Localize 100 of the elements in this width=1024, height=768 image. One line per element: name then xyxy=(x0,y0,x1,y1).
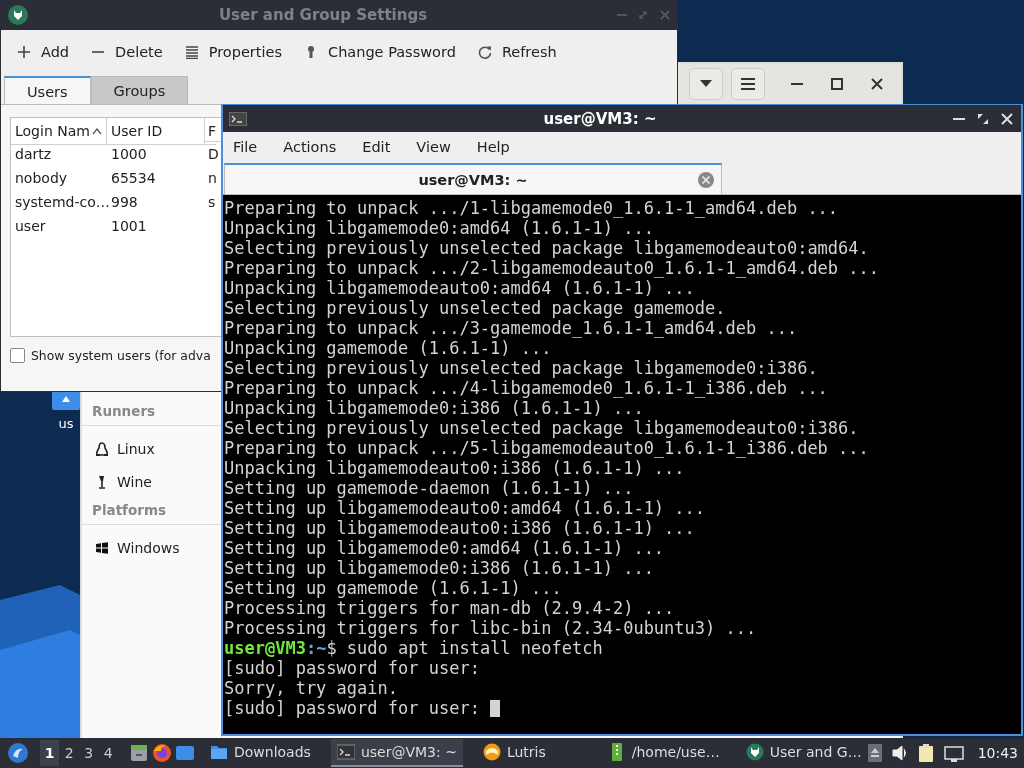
terminal-icon xyxy=(336,743,355,761)
sidebar-item[interactable]: Linux xyxy=(82,432,221,465)
column-header[interactable]: User ID xyxy=(107,118,205,145)
terminal-line: Selecting previously unselected package libgamemodeauto0:amd64. xyxy=(224,238,869,258)
table-cell-text: systemd-co… xyxy=(14,193,107,212)
terminal-line: Preparing to unpack .../4-libgamemode0_1.6.1-1_i386.deb ... xyxy=(224,378,828,398)
menu-item[interactable]: Help xyxy=(468,135,518,159)
toolbar-button[interactable]: Refresh xyxy=(475,40,559,64)
maximize-icon xyxy=(977,112,989,125)
workspace-button[interactable]: 3 xyxy=(78,740,99,766)
desktop-icon-label[interactable]: us xyxy=(58,416,74,431)
file-cabinet-icon xyxy=(129,743,150,763)
table-cell-text: 998 xyxy=(110,193,139,212)
terminal-line: Selecting previously unselected package libgamemodeauto0:i386. xyxy=(224,418,859,438)
terminal-line: Setting up libgamemodeauto0:i386 (1.6.1-1) ... xyxy=(224,518,695,538)
terminal-line: Unpacking libgamemodeauto0:amd64 (1.6.1-1) ... xyxy=(224,278,695,298)
sidebar-item[interactable]: Wine xyxy=(82,465,221,498)
clipboard-icon xyxy=(917,744,934,762)
terminal-line: user@VM3:~$ sudo apt install neofetch xyxy=(224,638,603,658)
taskbar-button[interactable]: Downloads xyxy=(204,739,317,767)
terminal-line: Unpacking libgamemode0:i386 (1.6.1-1) ... xyxy=(224,398,644,418)
minimize-icon xyxy=(617,14,627,16)
menu-icon xyxy=(741,78,755,90)
terminal-line: Setting up gamemode (1.6.1-1) ... xyxy=(224,578,562,598)
caret-icon xyxy=(700,80,712,88)
checkbox-label: Show system users (for adva xyxy=(31,347,211,363)
table-cell-text: dartz xyxy=(14,145,53,164)
terminal-line: Processing triggers for man-db (2.9.4-2) ... xyxy=(224,598,675,618)
terminal-line: Unpacking gamemode (1.6.1-1) ... xyxy=(224,338,552,358)
table-cell-text: 1000 xyxy=(110,145,148,164)
dropdown-button[interactable] xyxy=(689,68,723,100)
menu-item[interactable]: File xyxy=(225,135,266,159)
toolbar-button[interactable]: Properties xyxy=(182,40,284,64)
taskbar-button[interactable]: Lutris xyxy=(476,739,552,767)
browser-icon xyxy=(151,743,172,763)
terminal-line: [sudo] password for user: xyxy=(224,698,480,718)
terminal-line: Setting up libgamemode0:i386 (1.6.1-1) ... xyxy=(224,558,654,578)
eject-icon xyxy=(867,744,882,762)
list-icon xyxy=(184,45,199,59)
table-cell-text: n xyxy=(207,169,217,188)
windows-logo-icon xyxy=(95,540,109,555)
sort-caret-icon xyxy=(91,127,102,135)
app-logo-icon xyxy=(745,743,764,761)
terminal-line: Setting up gamemode-daemon (1.6.1-1) ... xyxy=(224,478,634,498)
terminal-line: Unpacking libgamemode0:amd64 (1.6.1-1) ... xyxy=(224,218,654,238)
workspace-button[interactable]: 1 xyxy=(40,740,60,766)
menu-button[interactable] xyxy=(731,68,765,100)
terminal-line: Selecting previously unselected package libgamemode0:i386. xyxy=(224,358,818,378)
terminal-line: Sorry, try again. xyxy=(224,678,398,698)
taskbar-button[interactable]: /home/use… xyxy=(601,739,726,767)
table-cell-text: nobody xyxy=(14,169,69,188)
toolbar-button[interactable]: Add xyxy=(15,40,72,64)
terminal-line: Setting up libgamemodeauto0:amd64 (1.6.1-1) ... xyxy=(224,498,706,518)
tab[interactable]: user@VM3: ~ xyxy=(224,163,722,194)
toolbar-button[interactable]: Delete xyxy=(89,40,165,64)
terminal-line: [sudo] password for user: xyxy=(224,658,480,678)
workspace-button[interactable]: 4 xyxy=(98,740,118,766)
menu-item[interactable]: View xyxy=(408,135,459,159)
desktop-icon xyxy=(174,743,195,763)
table-cell-text: 65534 xyxy=(110,169,157,188)
menu-item[interactable]: Actions xyxy=(275,135,345,159)
window-title: User and Group Settings xyxy=(217,6,429,24)
terminal-icon xyxy=(229,111,247,126)
tab[interactable]: Groups xyxy=(90,76,189,104)
checkbox[interactable] xyxy=(10,347,25,363)
menu-item[interactable]: Edit xyxy=(354,135,399,159)
taskbar-button[interactable]: user@VM3: ~ xyxy=(330,739,463,767)
maximize-icon[interactable] xyxy=(831,78,843,90)
table-cell-text: 1001 xyxy=(110,217,148,236)
terminal-line: Preparing to unpack .../1-libgamemode0_1.6.1-1_amd64.deb ... xyxy=(224,198,839,218)
workspace-button[interactable]: 2 xyxy=(59,740,79,766)
column-header[interactable]: Login Nam xyxy=(11,118,107,145)
terminal-line: Preparing to unpack .../2-libgamemodeauto0_1.6.1-1_amd64.deb ... xyxy=(224,258,880,278)
toolbar-button[interactable]: Change Password xyxy=(302,40,458,64)
clock[interactable]: 10:43 xyxy=(977,745,1018,761)
terminal-screen[interactable] xyxy=(223,195,1021,734)
network-icon xyxy=(943,744,964,762)
minimize-icon xyxy=(953,117,965,120)
terminal-line: Unpacking libgamemodeauto0:i386 (1.6.1-1) ... xyxy=(224,458,685,478)
terminal-line: Setting up libgamemode0:amd64 (1.6.1-1) ... xyxy=(224,538,665,558)
table-cell-text: D xyxy=(207,145,219,164)
refresh-icon xyxy=(477,45,492,59)
speaker-icon xyxy=(891,744,908,762)
plus-icon xyxy=(17,45,31,59)
close-icon xyxy=(1001,112,1013,125)
close-icon[interactable] xyxy=(871,78,883,90)
terminal-line: Preparing to unpack .../5-libgamemodeauto0_1.6.1-1_i386.deb ... xyxy=(224,438,869,458)
app-logo-icon xyxy=(7,4,29,26)
terminal-line: Preparing to unpack .../3-gamemode_1.6.1-1_amd64.deb ... xyxy=(224,318,798,338)
table-cell-text: s xyxy=(207,193,216,212)
app-icon xyxy=(482,743,501,761)
window-title: user@VM3: ~ xyxy=(542,109,658,128)
tab[interactable]: Users xyxy=(4,76,91,104)
column-header[interactable]: F xyxy=(205,118,217,145)
table-cell-text: user xyxy=(14,217,47,236)
penguin-icon xyxy=(95,441,109,456)
sidebar-item[interactable]: Windows xyxy=(82,531,221,564)
taskbar-button[interactable]: User and G… xyxy=(739,739,868,767)
close-tab-icon[interactable] xyxy=(697,171,715,189)
close-icon xyxy=(659,9,671,21)
